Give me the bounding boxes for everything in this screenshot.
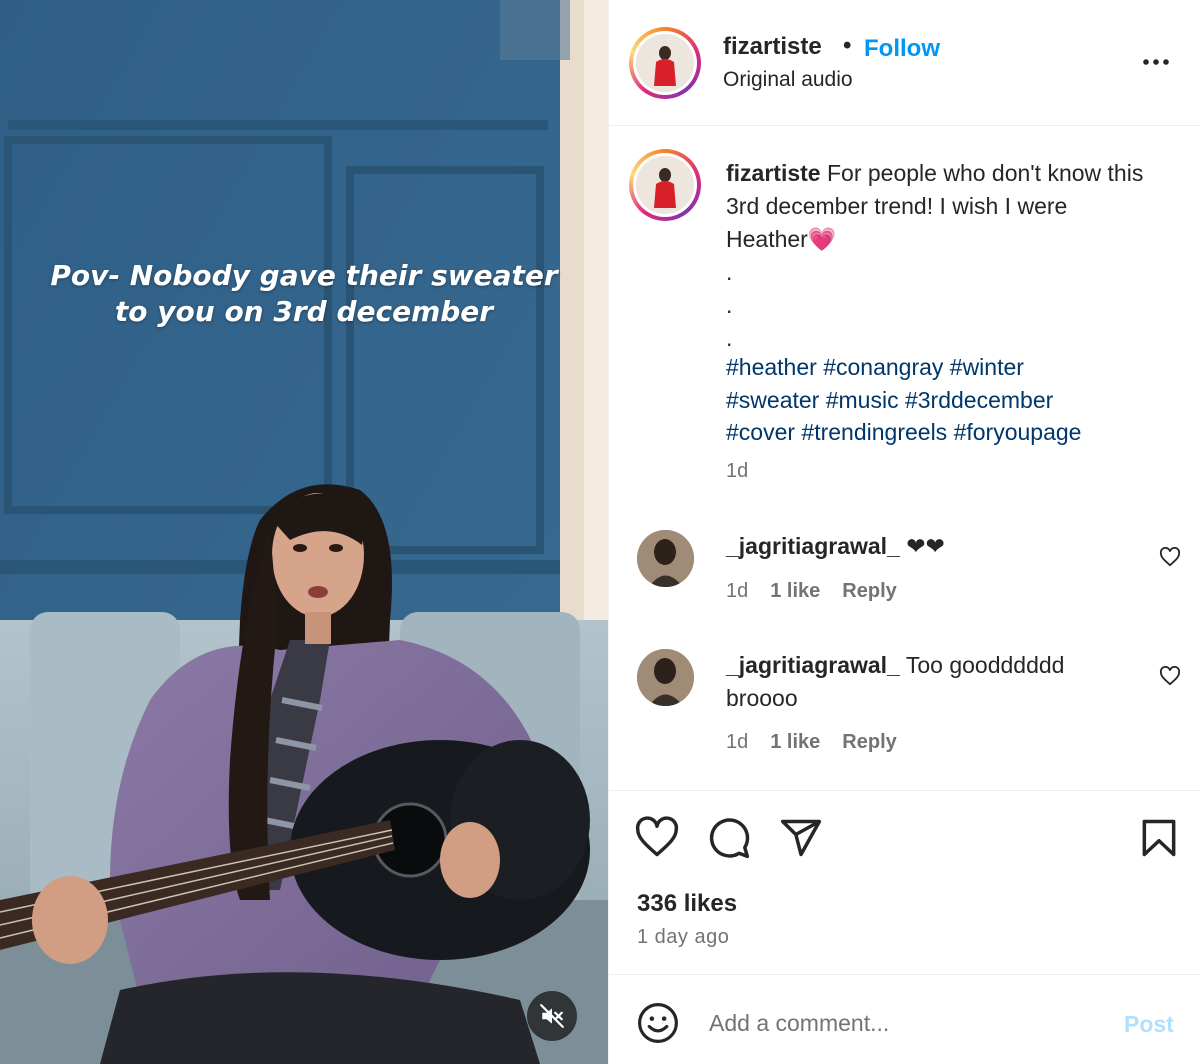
paper-plane-icon[interactable] bbox=[779, 816, 823, 860]
caption-author-avatar[interactable] bbox=[629, 149, 701, 221]
hashtags-line[interactable]: #cover #trendingreels #foryoupage bbox=[726, 416, 1166, 449]
comment-text: _jagritiagrawal_ ❤❤ bbox=[726, 530, 1126, 563]
comment-time[interactable]: 1d bbox=[726, 731, 748, 754]
bookmark-icon[interactable] bbox=[1137, 816, 1181, 860]
profile-photo-icon bbox=[637, 649, 694, 706]
video-frame bbox=[0, 0, 608, 1064]
post-comment-button[interactable]: Post bbox=[1124, 1011, 1174, 1038]
profile-photo-icon bbox=[636, 156, 694, 214]
comment-input[interactable] bbox=[709, 1003, 1089, 1043]
author-username[interactable]: fizartiste bbox=[723, 33, 822, 61]
commenter-avatar[interactable] bbox=[637, 530, 694, 587]
speaker-muted-icon bbox=[540, 1004, 564, 1028]
emoji-smiley-icon[interactable] bbox=[637, 1002, 679, 1044]
comment-meta: 1d 1 like Reply bbox=[726, 580, 897, 603]
hashtags-line[interactable]: #heather #conangray #winter bbox=[726, 351, 1166, 384]
commenter-avatar[interactable] bbox=[637, 649, 694, 706]
caption-username[interactable]: fizartiste bbox=[726, 160, 821, 186]
caption-dot: . bbox=[726, 259, 733, 285]
caption-hashtags[interactable]: #heather #conangray #winter #sweater #mu… bbox=[726, 351, 1166, 449]
reply-button[interactable]: Reply bbox=[842, 580, 896, 603]
comment-body: ❤❤ bbox=[906, 533, 945, 559]
follow-button[interactable]: Follow bbox=[864, 35, 940, 63]
comment-meta: 1d 1 like Reply bbox=[726, 731, 897, 754]
comment-text: _jagritiagrawal_ Too goodddddd broooo bbox=[726, 649, 1126, 715]
more-options-icon[interactable] bbox=[1139, 50, 1173, 74]
comment-likes[interactable]: 1 like bbox=[770, 580, 820, 603]
video-caption-line1: Pov- Nobody gave their sweater bbox=[50, 259, 558, 292]
likes-count[interactable]: 336 likes bbox=[637, 890, 737, 918]
comment-like-heart-icon[interactable] bbox=[1159, 666, 1181, 686]
audio-link[interactable]: Original audio bbox=[723, 68, 853, 92]
video-player[interactable]: Pov- Nobody gave their sweater to you on… bbox=[0, 0, 608, 1064]
caption-dot: . bbox=[726, 292, 733, 318]
author-avatar[interactable] bbox=[629, 27, 701, 99]
commenter-username[interactable]: _jagritiagrawal_ bbox=[726, 533, 900, 559]
caption-timestamp[interactable]: 1d bbox=[726, 460, 748, 483]
post-timestamp[interactable]: 1 day ago bbox=[637, 926, 729, 949]
comment-bubble-icon[interactable] bbox=[707, 816, 751, 860]
hashtags-line[interactable]: #sweater #music #3rddecember bbox=[726, 384, 1166, 417]
caption-text: fizartiste For people who don't know thi… bbox=[726, 157, 1146, 355]
video-caption-line2: to you on 3rd december bbox=[114, 295, 494, 328]
reply-button[interactable]: Reply bbox=[842, 731, 896, 754]
profile-photo-icon bbox=[636, 34, 694, 92]
comment-likes[interactable]: 1 like bbox=[770, 731, 820, 754]
heart-icon[interactable] bbox=[635, 816, 679, 860]
mute-button[interactable] bbox=[527, 991, 577, 1041]
comment-like-heart-icon[interactable] bbox=[1159, 547, 1181, 567]
add-comment-bar: Post bbox=[609, 974, 1200, 1064]
video-overlay-caption: Pov- Nobody gave their sweater to you on… bbox=[0, 258, 608, 330]
profile-photo-icon bbox=[637, 530, 694, 587]
header-separator: • bbox=[843, 32, 852, 59]
commenter-username[interactable]: _jagritiagrawal_ bbox=[726, 652, 900, 678]
post-header: fizartiste • Follow Original audio bbox=[609, 0, 1200, 126]
post-details-panel: fizartiste • Follow Original audio fizar… bbox=[608, 0, 1200, 1064]
post-actions: 336 likes 1 day ago bbox=[609, 790, 1200, 970]
caption-dots: . . . bbox=[726, 256, 1146, 355]
comment-time[interactable]: 1d bbox=[726, 580, 748, 603]
